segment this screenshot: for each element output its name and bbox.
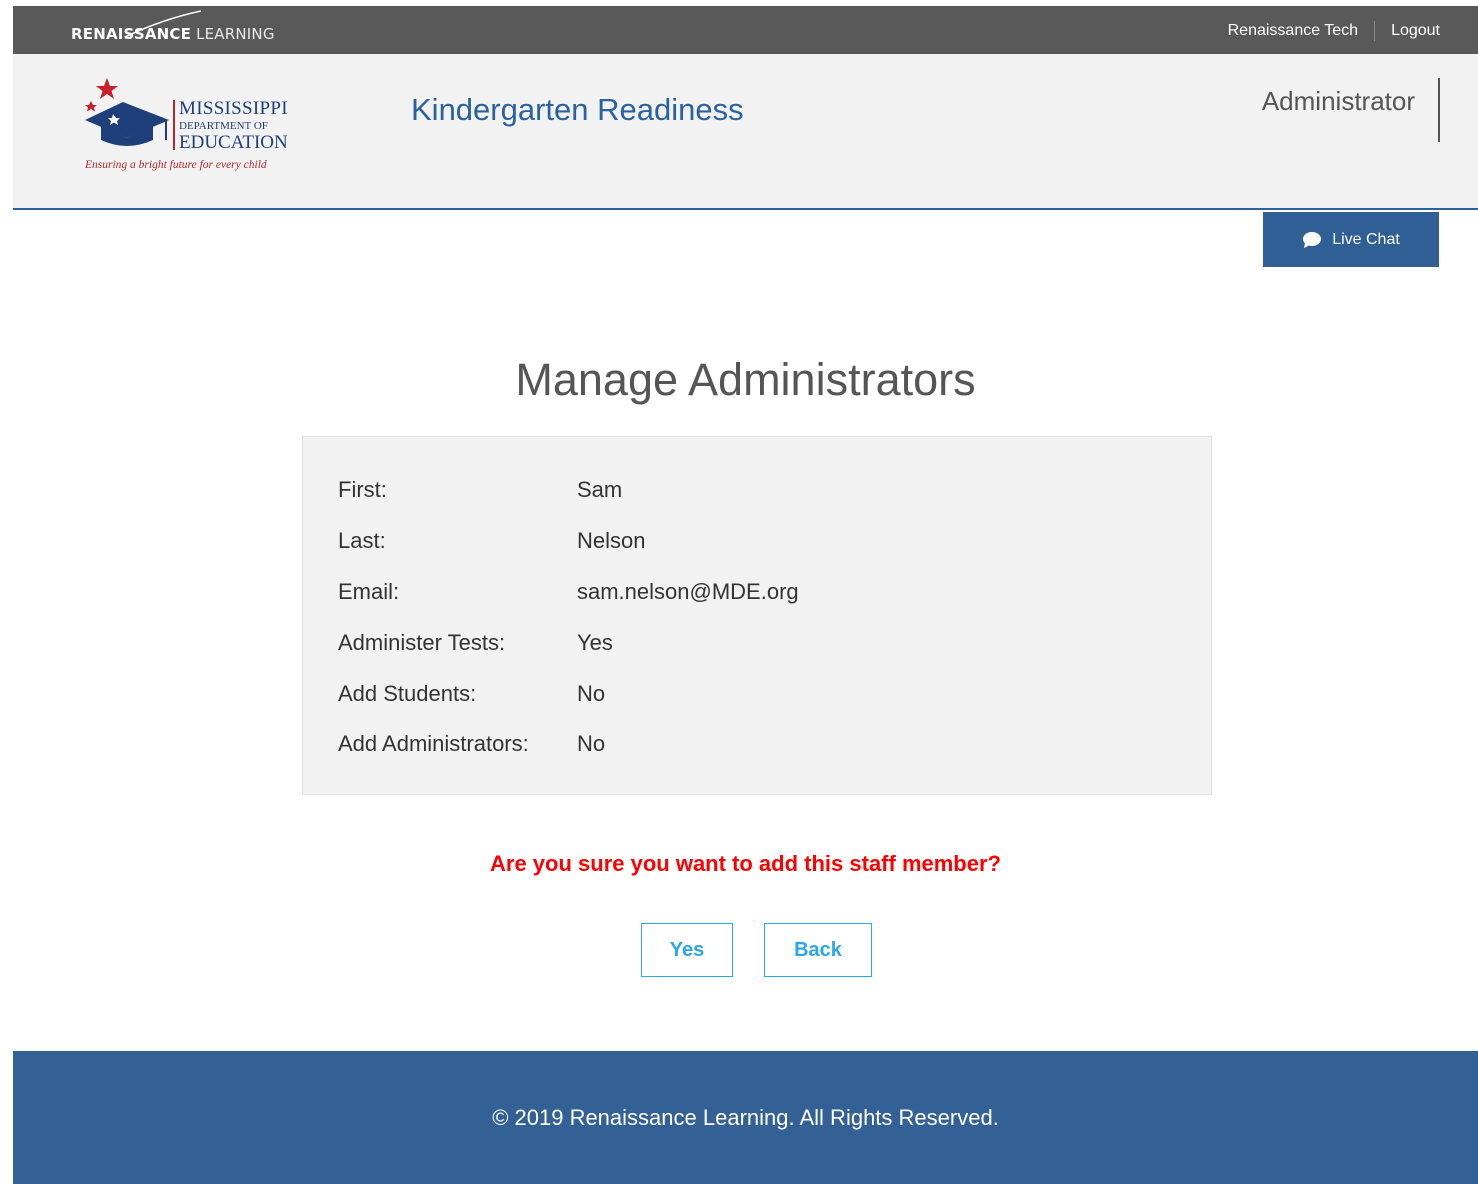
live-chat-button[interactable]: Live Chat <box>1263 212 1439 267</box>
app-frame: RENAISSANCE LEARNING Renaissance Tech Lo… <box>13 6 1478 1184</box>
detail-label: Email: <box>338 579 400 604</box>
detail-label: Administer Tests: <box>338 630 506 655</box>
detail-value: No <box>577 681 606 706</box>
detail-value: sam.nelson@MDE.org <box>577 579 799 604</box>
logo-line-2: DEPARTMENT OF <box>179 120 268 132</box>
detail-value: No <box>577 731 606 756</box>
detail-label: Add Students: <box>338 681 477 706</box>
detail-row-add-administrators: Add Administrators: No <box>338 731 605 757</box>
role-divider <box>1438 78 1440 142</box>
detail-row-add-students: Add Students: No <box>338 681 605 707</box>
detail-value: Sam <box>577 477 623 502</box>
logout-link[interactable]: Logout <box>1391 22 1440 40</box>
copyright-text: © 2019 Renaissance Learning. All Rights … <box>492 1105 999 1130</box>
confirm-message: Are you sure you want to add this staff … <box>490 851 1001 876</box>
swoosh-icon <box>124 10 202 38</box>
header: MISSISSIPPI DEPARTMENT OF EDUCATION Ensu… <box>13 54 1478 210</box>
detail-row-first: First: Sam <box>338 477 622 503</box>
brand-subname: LEARNING <box>196 25 275 43</box>
detail-label: Last: <box>338 528 386 553</box>
detail-value: Yes <box>577 630 613 655</box>
detail-row-administer-tests: Administer Tests: Yes <box>338 630 613 656</box>
detail-row-email: Email: sam.nelson@MDE.org <box>338 579 799 605</box>
chat-bubble-icon <box>1303 231 1322 248</box>
logo-line-1: MISSISSIPPI <box>179 98 288 119</box>
live-chat-label: Live Chat <box>1332 230 1400 248</box>
logo-line-3: EDUCATION <box>179 132 288 153</box>
detail-row-last: Last: Nelson <box>338 528 645 554</box>
user-link[interactable]: Renaissance Tech <box>1228 22 1358 40</box>
page-title: Manage Administrators <box>515 354 976 405</box>
renaissance-logo: RENAISSANCE LEARNING <box>71 10 275 43</box>
back-button[interactable]: Back <box>764 923 872 977</box>
top-links: Renaissance Tech Logout <box>1228 21 1440 41</box>
logo-divider <box>173 100 175 150</box>
mde-logo: MISSISSIPPI DEPARTMENT OF EDUCATION Ensu… <box>83 76 313 186</box>
detail-value: Nelson <box>577 528 646 553</box>
yes-button[interactable]: Yes <box>641 923 733 977</box>
footer: © 2019 Renaissance Learning. All Rights … <box>13 1051 1478 1184</box>
top-bar: RENAISSANCE LEARNING Renaissance Tech Lo… <box>13 6 1478 54</box>
details-panel: First: Sam Last: Nelson Email: sam.nelson@M… <box>302 436 1212 795</box>
graduation-cap-icon <box>85 78 169 146</box>
app-title: Kindergarten Readiness <box>411 92 744 127</box>
role-label: Administrator <box>1261 86 1415 116</box>
divider <box>1374 21 1376 41</box>
detail-label: First: <box>338 477 387 502</box>
logo-tagline: Ensuring a bright future for every child <box>85 159 267 171</box>
detail-label: Add Administrators: <box>338 731 529 756</box>
